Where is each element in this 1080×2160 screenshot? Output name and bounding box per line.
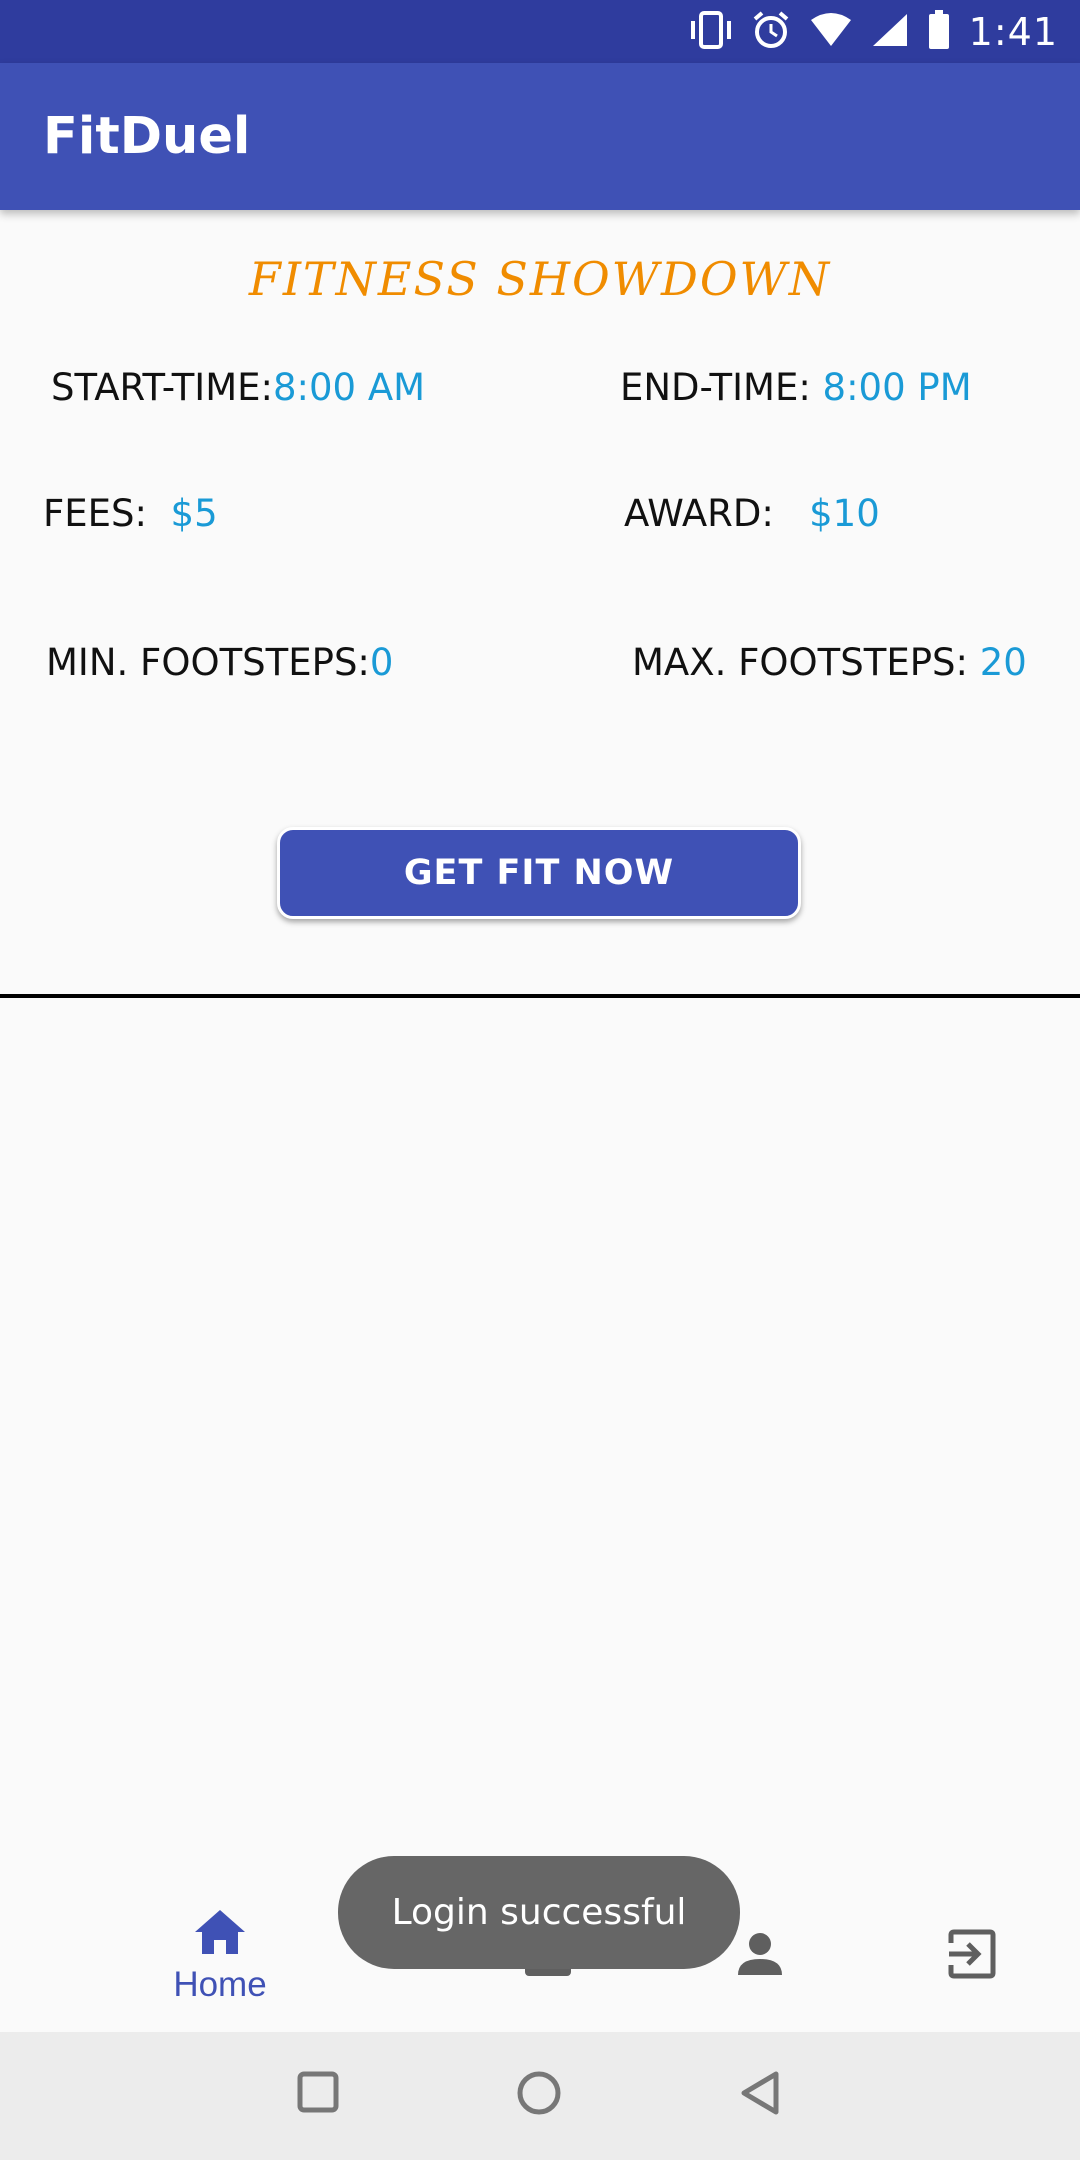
recents-icon[interactable] bbox=[296, 2070, 340, 2119]
person-icon bbox=[737, 1931, 783, 1982]
min-footsteps-row: MIN. FOOTSTEPS:0 bbox=[46, 641, 393, 684]
max-footsteps-row: MAX. FOOTSTEPS: 20 bbox=[632, 641, 1027, 684]
logout-icon bbox=[947, 1929, 997, 1984]
start-time-label: START-TIME: bbox=[51, 366, 273, 409]
status-icons: 1:41 bbox=[689, 8, 1058, 56]
nav-item-logout[interactable] bbox=[872, 1880, 1072, 2032]
start-time-value: 8:00 AM bbox=[272, 366, 426, 409]
award-value: $10 bbox=[809, 492, 880, 535]
fees-row: FEES: $5 bbox=[43, 492, 218, 535]
nav-label-home: Home bbox=[173, 1964, 267, 2004]
fees-label: FEES: bbox=[43, 492, 147, 535]
divider bbox=[0, 994, 1080, 998]
award-label: AWARD: bbox=[624, 492, 774, 535]
challenge-heading: FITNESS SHOWDOWN bbox=[248, 252, 832, 306]
status-bar: 1:41 bbox=[0, 0, 1080, 63]
vibrate-icon bbox=[689, 10, 733, 55]
status-time: 1:41 bbox=[968, 10, 1058, 54]
end-time-value: 8:00 PM bbox=[822, 366, 972, 409]
min-footsteps-value: 0 bbox=[369, 641, 394, 684]
alarm-icon bbox=[751, 10, 791, 55]
fees-value: $5 bbox=[170, 492, 218, 535]
home-icon bbox=[193, 1908, 247, 1961]
start-time-row: START-TIME:8:00 AM bbox=[51, 366, 425, 409]
wifi-icon bbox=[809, 12, 853, 53]
signal-icon bbox=[871, 12, 909, 53]
back-icon[interactable] bbox=[738, 2070, 782, 2121]
get-fit-now-button[interactable]: GET FIT NOW bbox=[277, 827, 801, 919]
toast-message: Login successful bbox=[338, 1856, 740, 1969]
system-nav-bar bbox=[0, 2032, 1080, 2160]
max-footsteps-value: 20 bbox=[979, 641, 1027, 684]
end-time-row: END-TIME: 8:00 PM bbox=[620, 366, 972, 409]
end-time-label: END-TIME: bbox=[620, 366, 811, 409]
award-row: AWARD: $10 bbox=[624, 492, 880, 535]
app-title: FitDuel bbox=[43, 107, 251, 166]
battery-icon bbox=[927, 9, 951, 55]
home-circle-icon[interactable] bbox=[516, 2070, 562, 2121]
nav-item-home[interactable]: Home bbox=[120, 1880, 320, 2032]
max-footsteps-label: MAX. FOOTSTEPS: bbox=[632, 641, 968, 684]
app-bar: FitDuel bbox=[0, 63, 1080, 210]
min-footsteps-label: MIN. FOOTSTEPS: bbox=[46, 641, 370, 684]
